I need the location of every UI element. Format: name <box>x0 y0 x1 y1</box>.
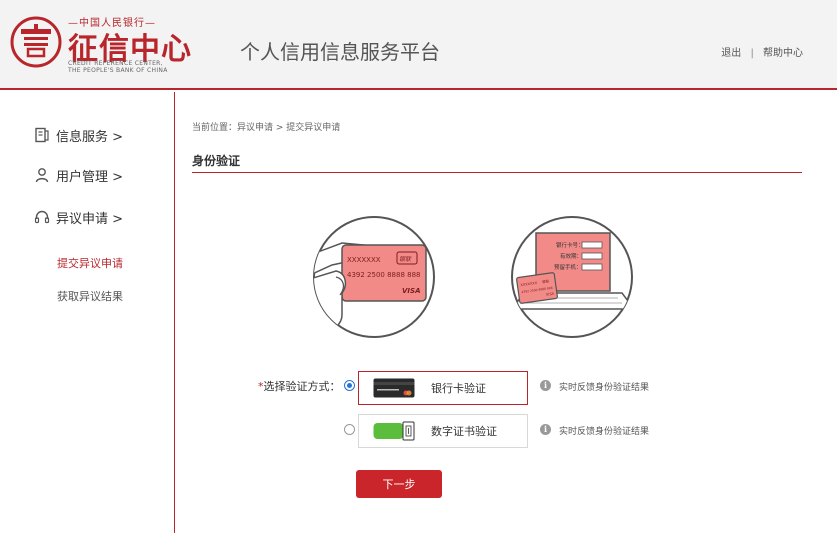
laptop-bank-form-illustration: 银行卡号： 有效期： 预留手机： XXXXXXX 银联 4392 2500 88… <box>511 216 633 338</box>
user-icon <box>35 168 49 183</box>
link-separator: | <box>750 48 754 59</box>
radio-digital-certificate[interactable] <box>344 424 355 435</box>
bank-card-icon <box>373 378 415 398</box>
document-icon <box>35 127 49 143</box>
logout-link[interactable]: 退出 <box>721 48 741 59</box>
verify-method-label: *选择验证方式： <box>258 380 341 393</box>
usb-key-icon <box>373 421 415 441</box>
sidebar: 信息服务 > 用户管理 > 异议申请 > 提交异议申请 获取异议结果 <box>0 92 175 533</box>
form-field-card-number: 银行卡号： <box>556 241 584 249</box>
breadcrumb: 当前位置：异议申请 > 提交异议申请 <box>192 123 341 133</box>
logo-english-line-2: THE PEOPLE'S BANK OF CHINA <box>68 67 168 74</box>
sidebar-subitem-submit-dispute[interactable]: 提交异议申请 <box>57 255 123 271</box>
info-icon: i <box>540 424 551 435</box>
radio-bank-card[interactable] <box>344 380 355 391</box>
help-center-link[interactable]: 帮助中心 <box>763 48 803 59</box>
sidebar-item-label: 信息服务 > <box>56 129 124 145</box>
sidebar-item-label: 异议申请 > <box>56 211 124 227</box>
card-brand-text: VISA <box>402 287 420 295</box>
headset-icon <box>34 210 50 224</box>
mini-card-logo-text: 银联 <box>542 278 550 284</box>
header: —中国人民银行— 征信中心 CREDIT REFERENCE CENTER, T… <box>0 0 837 90</box>
sidebar-item-info-service[interactable]: 信息服务 > <box>34 124 123 146</box>
form-field-phone: 预留手机： <box>554 263 582 271</box>
title-divider <box>192 172 802 173</box>
bank-card-illustration: XXXXXXX 银联 4392 2500 8888 888 VISA <box>313 216 435 338</box>
sidebar-item-user-management[interactable]: 用户管理 > <box>34 164 123 186</box>
form-field-expiry: 有效期： <box>560 252 582 260</box>
card-number-text: 4392 2500 8888 888 <box>347 271 420 279</box>
option-digital-certificate-verify[interactable]: 数字证书验证 <box>358 414 528 448</box>
option-bank-card-verify[interactable]: 银行卡验证 <box>358 371 528 405</box>
top-links: 退出 | 帮助中心 <box>721 44 803 59</box>
page-title: 身份验证 <box>192 154 241 168</box>
option-label: 银行卡验证 <box>431 382 486 395</box>
info-icon: i <box>540 380 551 391</box>
next-step-button[interactable]: 下一步 <box>356 470 442 498</box>
credit-center-emblem-icon <box>10 16 62 68</box>
card-logo-text: 银联 <box>399 255 412 263</box>
card-name-text: XXXXXXX <box>347 256 381 264</box>
sidebar-subitem-get-dispute-result[interactable]: 获取异议结果 <box>57 288 123 304</box>
logo-english-line-1: CREDIT REFERENCE CENTER, <box>68 60 163 67</box>
logo[interactable]: —中国人民银行— 征信中心 CREDIT REFERENCE CENTER, T… <box>10 12 191 78</box>
option-hint-text: 实时反馈身份验证结果 <box>559 383 650 393</box>
platform-title: 个人信用信息服务平台 <box>240 40 440 64</box>
option-hint-text: 实时反馈身份验证结果 <box>559 427 650 437</box>
option-label: 数字证书验证 <box>431 425 497 438</box>
sidebar-item-label: 用户管理 > <box>56 169 124 185</box>
sidebar-item-dispute[interactable]: 异议申请 > <box>34 206 123 228</box>
